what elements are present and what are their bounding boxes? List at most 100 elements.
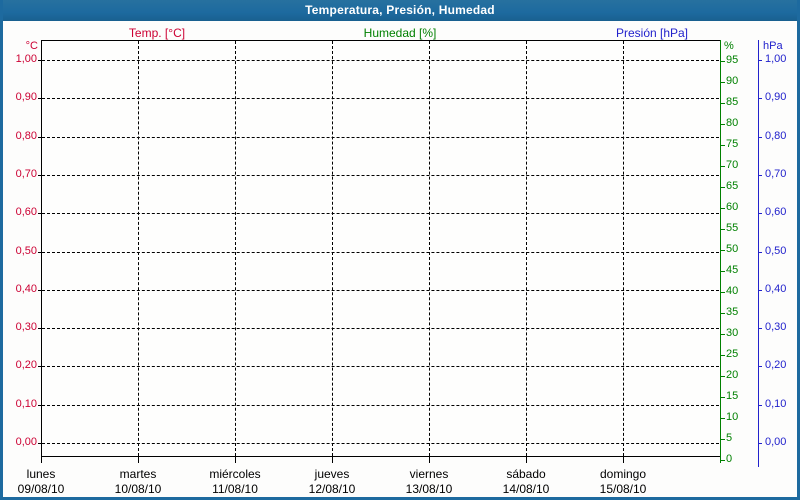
horizontal-gridline [42,213,719,215]
humidity-tick-mark [721,439,725,440]
humidity-tick-label: 85 [726,96,739,108]
humidity-tick-label: 30 [726,327,739,339]
humidity-tick-mark [721,313,725,314]
humidity-tick-mark [721,418,725,419]
x-axis-tick-mark [526,457,527,463]
humidity-tick-label: 50 [726,243,739,255]
window-title-bar: Temperatura, Presión, Humedad [0,0,800,21]
horizontal-gridline [42,98,719,100]
humidity-tick-mark [721,376,725,377]
humidity-tick-label: 0 [726,453,733,465]
temperature-tick-mark [38,404,41,406]
humidity-tick-mark [721,397,725,398]
temperature-tick-label: 0,60 [15,206,37,219]
humidity-tick-label: 5 [726,432,733,444]
legend-pressure-label: Presión [hPa] [615,26,689,40]
humidity-tick-mark [721,271,725,272]
pressure-axis-unit-label: hPa [763,40,783,52]
pressure-tick-label: 0,60 [765,206,787,219]
horizontal-gridline [42,136,719,138]
date-label: 15/08/10 [599,482,647,496]
temperature-tick-label: 0,30 [15,321,37,334]
legend-temperature-label: Temp. [°C] [128,26,186,40]
temperature-tick-mark [38,213,41,215]
humidity-tick-label: 20 [726,369,739,381]
pressure-tick-label: 0,00 [765,436,787,448]
humidity-tick-label: 25 [726,348,739,360]
humidity-tick-mark [721,103,725,104]
horizontal-gridline [42,404,719,406]
humidity-tick-label: 80 [726,117,739,129]
humidity-tick-label: 90 [726,75,739,87]
pressure-axis-line [758,40,759,467]
humidity-tick-label: 15 [726,390,739,402]
day-label: sábado [506,467,546,481]
temperature-tick-label: 0,20 [15,359,37,372]
pressure-tick-label: 0,80 [765,129,787,142]
humidity-tick-mark [721,292,725,293]
humidity-tick-mark [721,208,725,209]
humidity-tick-label: 35 [726,306,739,318]
vertical-gridline [623,41,624,456]
pressure-tick-label: 0,70 [765,167,787,180]
horizontal-gridline [42,328,719,330]
temperature-tick-mark [38,366,41,368]
date-label: 09/08/10 [17,482,65,496]
x-axis-tick-mark [332,457,333,463]
horizontal-gridline [42,251,719,253]
horizontal-gridline [42,443,719,444]
day-label: lunes [26,467,56,481]
legend-humidity-label: Humedad [%] [363,26,437,40]
humidity-tick-label: 45 [726,264,739,276]
day-label: miércoles [209,467,261,481]
temperature-tick-mark [38,174,41,176]
horizontal-gridline [42,366,719,368]
day-label: martes [119,467,157,481]
humidity-tick-label: 40 [726,285,739,297]
x-axis-tick-mark [138,457,139,463]
plot-box [41,40,720,457]
temperature-tick-label: 0,40 [15,282,37,295]
day-label: jueves [314,467,350,481]
temperature-tick-mark [38,443,41,444]
chart-title: Temperatura, Presión, Humedad [305,3,495,17]
humidity-tick-label: 95 [726,54,739,66]
humidity-tick-mark [721,229,725,230]
date-label: 14/08/10 [502,482,550,496]
date-label: 13/08/10 [405,482,453,496]
day-label: domingo [599,467,647,481]
humidity-tick-label: 70 [726,159,739,171]
temperature-tick-mark [38,328,41,330]
humidity-tick-mark [721,460,725,461]
temperature-tick-mark [38,136,41,138]
humidity-tick-label: 75 [726,138,739,150]
vertical-gridline [526,41,527,456]
weather-chart-window: Temperatura, Presión, Humedad Temp. [°C]… [0,0,800,500]
pressure-tick-label: 0,40 [765,282,787,295]
humidity-tick-mark [721,355,725,356]
pressure-tick-label: 1,00 [765,53,787,65]
humidity-tick-label: 10 [726,411,739,423]
vertical-gridline [235,41,236,456]
temperature-tick-mark [38,251,41,253]
horizontal-gridline [42,174,719,176]
temperature-tick-label: 0,10 [15,397,37,410]
humidity-tick-mark [721,145,725,146]
temperature-tick-mark [38,98,41,100]
temperature-tick-mark [38,289,41,291]
date-label: 10/08/10 [114,482,162,496]
horizontal-gridline [42,289,719,291]
temperature-tick-label: 0,80 [15,129,37,142]
vertical-gridline [332,41,333,456]
x-axis-tick-mark [623,457,624,463]
day-label: viernes [409,467,449,481]
temperature-tick-label: 0,70 [15,167,37,180]
temperature-tick-label: 1,00 [15,53,37,65]
vertical-gridline [138,41,139,456]
pressure-tick-label: 0,50 [765,244,787,257]
temperature-tick-mark [38,60,41,61]
pressure-tick-label: 0,20 [765,359,787,372]
humidity-tick-mark [721,166,725,167]
temperature-tick-label: 0,00 [15,436,37,448]
date-label: 12/08/10 [308,482,356,496]
